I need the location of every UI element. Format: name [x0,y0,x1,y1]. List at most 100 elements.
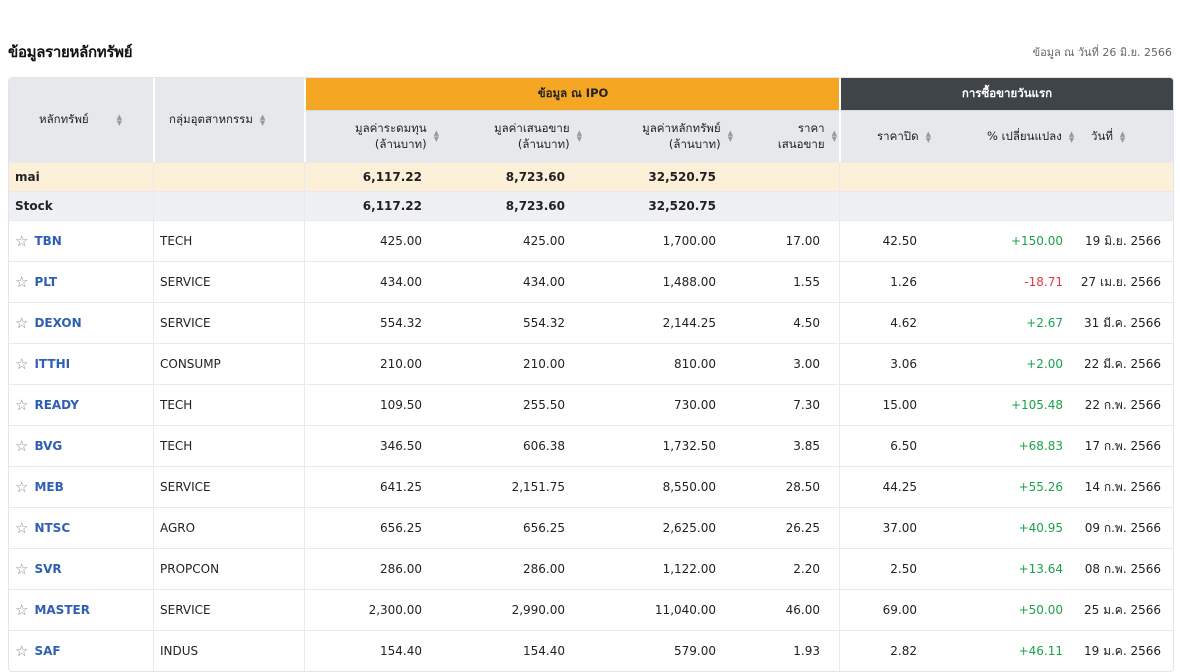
column-divider [839,221,840,261]
symbol-link[interactable]: MEB [34,480,63,494]
symbol-link[interactable]: SAF [34,644,60,658]
column-divider [153,549,154,589]
star-outline-icon[interactable]: ☆ [15,355,28,373]
sort-arrows-icon[interactable]: ▲ ▼ [926,131,931,144]
close-price-cell: 37.00 [882,521,917,535]
close-price-cell: 6.50 [890,439,917,453]
symbol-link[interactable]: MASTER [34,603,90,617]
offer-price-cell: 28.50 [785,480,820,494]
symbol-cell: ☆ SAF [15,631,61,671]
industry-cell: TECH [160,398,193,412]
column-divider [839,163,840,191]
sort-arrows-icon[interactable]: ▲ ▼ [117,114,122,127]
column-divider [839,344,840,384]
star-outline-icon[interactable]: ☆ [15,314,28,332]
first-trade-date-cell: 17 ก.พ. 2566 [1084,438,1161,453]
close-price-cell: 2.50 [890,562,917,576]
column-divider [153,467,154,507]
sort-arrows-icon[interactable]: ▲ ▼ [434,130,439,143]
sort-arrows-icon[interactable]: ▲ ▼ [832,130,837,143]
market-cap-cell: 154.40 [380,644,422,658]
page-title: ข้อมูลรายหลักทรัพย์ [8,43,133,61]
offer-value-cell: 606.38 [523,439,565,453]
table-body: mai 6,117.22 8,723.60 32,520.75 Stock 6,117.2… [9,162,1173,671]
symbol-cell: ☆ NTSC [15,508,70,548]
header-divider [306,110,1173,111]
sort-arrows-icon[interactable]: ▲ ▼ [1069,131,1074,144]
col-header-offer-value[interactable]: มูลค่าเสนอขาย (ล้านบาท) ▲ ▼ [494,120,582,152]
star-outline-icon[interactable]: ☆ [15,396,28,414]
column-divider [153,344,154,384]
col-header-change[interactable]: % เปลี่ยนแปลง ▲ ▼ [987,128,1074,146]
sort-arrows-icon[interactable]: ▲ ▼ [577,130,582,143]
summary-market-cap: 6,117.22 [362,199,422,213]
summary-offer-value: 8,723.60 [505,199,565,213]
first-trade-date-cell: 22 ก.พ. 2566 [1084,397,1161,412]
star-outline-icon[interactable]: ☆ [15,478,28,496]
security-value-cell: 730.00 [674,398,716,412]
column-divider [304,344,305,384]
close-price-cell: 15.00 [882,398,917,412]
col-header-offer-price-label: ราคา เสนอขาย [777,121,825,151]
star-outline-icon[interactable]: ☆ [15,232,28,250]
symbol-cell: ☆ ITTHI [15,344,70,384]
summary-offer-value: 8,723.60 [505,170,565,184]
offer-value-cell: 210.00 [523,357,565,371]
sort-arrows-icon[interactable]: ▲ ▼ [260,114,265,127]
symbol-link[interactable]: READY [34,398,79,412]
col-header-change-label: % เปลี่ยนแปลง [987,129,1062,143]
change-percent-cell: +150.00 [1010,234,1063,248]
col-header-industry[interactable]: กลุ่มอุตสาหกรรม ▲ ▼ [169,111,265,129]
summary-market-cap: 6,117.22 [362,170,422,184]
security-value-cell: 1,700.00 [662,234,716,248]
star-outline-icon[interactable]: ☆ [15,437,28,455]
col-header-security-value[interactable]: มูลค่าหลักทรัพย์ (ล้านบาท) ▲ ▼ [642,120,733,152]
symbol-link[interactable]: DEXON [34,316,81,330]
offer-value-cell: 154.40 [523,644,565,658]
star-outline-icon[interactable]: ☆ [15,642,28,660]
star-outline-icon[interactable]: ☆ [15,560,28,578]
col-header-market-cap[interactable]: มูลค่าระดมทุน (ล้านบาท) ▲ ▼ [355,120,439,152]
symbol-link[interactable]: SVR [34,562,61,576]
star-outline-icon[interactable]: ☆ [15,273,28,291]
close-price-cell: 4.62 [890,316,917,330]
column-divider [153,631,154,671]
symbol-link[interactable]: ITTHI [34,357,70,371]
col-header-close[interactable]: ราคาปิด ▲ ▼ [877,128,931,146]
column-divider [839,192,840,220]
column-divider [839,385,840,425]
symbol-link[interactable]: PLT [34,275,57,289]
first-trade-date-cell: 09 ก.พ. 2566 [1084,520,1161,535]
market-cap-cell: 434.00 [380,275,422,289]
col-header-date[interactable]: วันที่ ▲ ▼ [1091,128,1125,146]
offer-value-cell: 656.25 [523,521,565,535]
sort-arrows-icon[interactable]: ▲ ▼ [1120,131,1125,144]
col-header-offer-price[interactable]: ราคา เสนอขาย ▲ ▼ [778,120,837,152]
column-divider [304,549,305,589]
market-cap-cell: 2,300.00 [368,603,422,617]
star-outline-icon[interactable]: ☆ [15,519,28,537]
col-header-industry-label: กลุ่มอุตสาหกรรม [169,112,253,126]
symbol-link[interactable]: NTSC [34,521,70,535]
column-divider [304,508,305,548]
symbol-cell: ☆ MEB [15,467,64,507]
table-row: ☆ DEXON SERVICE 554.32 554.32 2,144.25 4.50 4.6… [9,302,1173,343]
change-percent-cell: +50.00 [1018,603,1063,617]
first-trade-date-cell: 19 ม.ค. 2566 [1083,643,1161,658]
change-percent-cell: +2.00 [1026,357,1063,371]
col-header-offer-value-label: มูลค่าเสนอขาย (ล้านบาท) [494,121,570,151]
security-value-cell: 1,732.50 [662,439,716,453]
first-trade-date-cell: 08 ก.พ. 2566 [1084,561,1161,576]
security-value-cell: 2,144.25 [662,316,716,330]
industry-cell: TECH [160,234,193,248]
column-divider [839,508,840,548]
col-header-symbol[interactable]: หลักทรัพย์ ▲ ▼ [39,111,122,129]
sort-arrows-icon[interactable]: ▲ ▼ [728,130,733,143]
column-divider [153,385,154,425]
col-header-symbol-label: หลักทรัพย์ [39,112,89,126]
symbol-link[interactable]: TBN [34,234,61,248]
symbol-link[interactable]: BVG [34,439,62,453]
column-divider [839,549,840,589]
star-outline-icon[interactable]: ☆ [15,601,28,619]
column-divider [304,303,305,343]
